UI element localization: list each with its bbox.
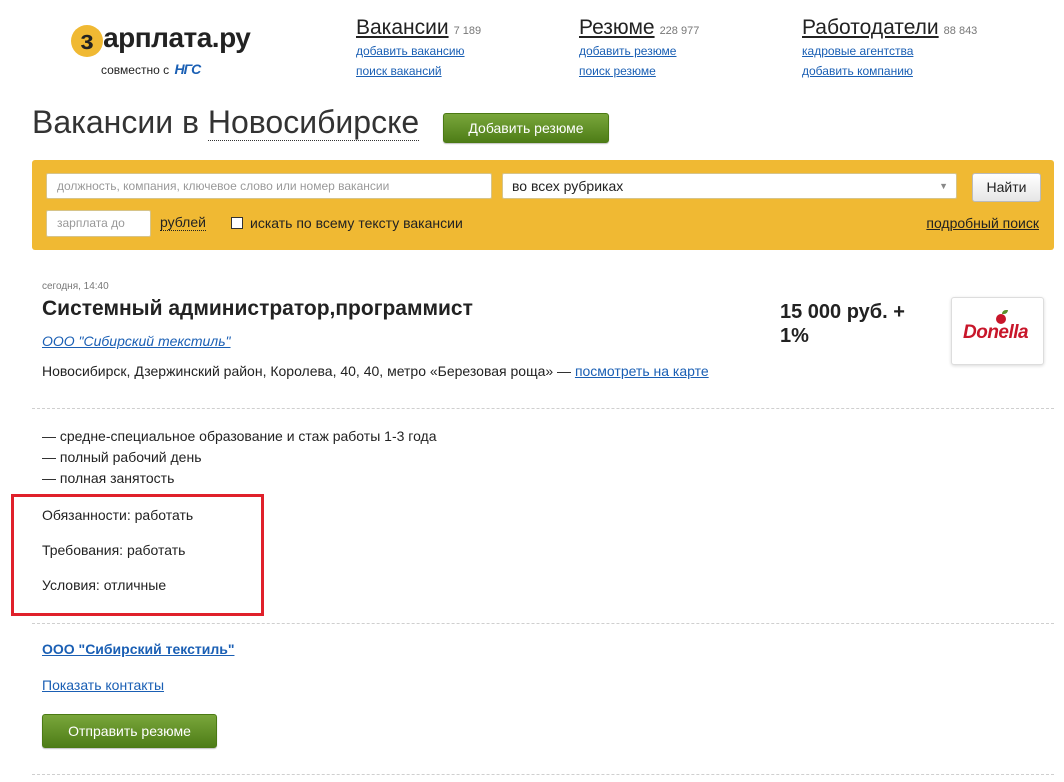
- find-button[interactable]: Найти: [972, 173, 1041, 202]
- employer-logo-text: Donella: [963, 322, 1029, 343]
- ngs-logo-icon: НГС: [174, 61, 201, 77]
- nav-vacancies-link[interactable]: Вакансии: [356, 16, 449, 39]
- show-contacts-link[interactable]: Показать контакты: [42, 677, 164, 693]
- search-resumes-link[interactable]: поиск резюме: [579, 64, 699, 78]
- currency-selector[interactable]: рублей: [160, 214, 206, 231]
- vacancy-salary: 15 000 руб. + 1%: [780, 301, 905, 347]
- search-vacancies-link[interactable]: поиск вакансий: [356, 64, 481, 78]
- map-link[interactable]: посмотреть на карте: [575, 363, 709, 379]
- nav-resumes-link[interactable]: Резюме: [579, 16, 655, 39]
- list-item: — средне-специальное образование и стаж …: [42, 428, 437, 444]
- fulltext-checkbox-label[interactable]: искать по всему тексту вакансии: [250, 215, 463, 231]
- city-selector[interactable]: Новосибирске: [207, 104, 420, 141]
- add-resume-button[interactable]: Добавить резюме: [443, 113, 609, 143]
- nav-employers-link[interactable]: Работодатели: [802, 16, 939, 39]
- divider: [32, 623, 1054, 624]
- add-vacancy-link[interactable]: добавить вакансию: [356, 44, 481, 58]
- vacancy-address: Новосибирск, Дзержинский район, Королева…: [42, 363, 709, 379]
- recruitment-agencies-link[interactable]: кадровые агентства: [802, 44, 977, 58]
- company-link[interactable]: ООО "Сибирский текстиль": [42, 333, 231, 349]
- divider: [32, 774, 1054, 775]
- partner-text: совместно с: [101, 63, 170, 77]
- highlight-annotation-box: [11, 494, 264, 616]
- company-link-bottom[interactable]: ООО "Сибирский текстиль": [42, 641, 234, 657]
- nav-vacancies: Вакансии 7 189 добавить вакансию поиск ва…: [356, 16, 481, 78]
- address-text: Новосибирск, Дзержинский район, Королева…: [42, 363, 572, 379]
- search-input[interactable]: должность, компания, ключевое слово или …: [46, 173, 492, 199]
- fulltext-checkbox[interactable]: [231, 217, 243, 229]
- site-logo[interactable]: з зарплата.ру совместно с НГС: [71, 22, 261, 82]
- vacancy-date: сегодня, 14:40: [42, 281, 109, 292]
- rubric-select[interactable]: во всех рубриках ▼: [502, 173, 957, 199]
- page-title-prefix: Вакансии в: [32, 104, 199, 140]
- nav-employers-count: 88 843: [943, 25, 978, 37]
- logo-text: зарплата.ру: [90, 22, 251, 54]
- nav-resumes: Резюме 228 977 добавить резюме поиск резю…: [579, 16, 699, 78]
- salary-input[interactable]: зарплата до: [46, 210, 151, 237]
- nav-vacancies-count: 7 189: [453, 25, 482, 37]
- add-company-link[interactable]: добавить компанию: [802, 64, 977, 78]
- add-resume-link[interactable]: добавить резюме: [579, 44, 699, 58]
- list-item: — полный рабочий день: [42, 449, 202, 465]
- leaf-icon: [1002, 310, 1008, 314]
- requirements-list: — средне-специальное образование и стаж …: [42, 426, 437, 489]
- nav-resumes-count: 228 977: [659, 25, 700, 37]
- advanced-search-link[interactable]: подробный поиск: [926, 215, 1039, 231]
- list-item: — полная занятость: [42, 470, 175, 486]
- divider: [32, 408, 1054, 409]
- search-panel: должность, компания, ключевое слово или …: [32, 160, 1054, 250]
- vacancy-title: Системный администратор,программист: [42, 297, 473, 320]
- employer-logo[interactable]: Donella: [951, 297, 1044, 365]
- logo-text-rest: арплата.ру: [103, 22, 251, 53]
- nav-employers: Работодатели 88 843 кадровые агентства до…: [802, 16, 977, 78]
- chevron-down-icon: ▼: [939, 181, 948, 191]
- page-title: Вакансии в Новосибирске: [32, 104, 420, 141]
- send-resume-button[interactable]: Отправить резюме: [42, 714, 217, 748]
- logo-partner: совместно с НГС: [101, 61, 201, 77]
- rubric-select-value: во всех рубриках: [512, 178, 624, 194]
